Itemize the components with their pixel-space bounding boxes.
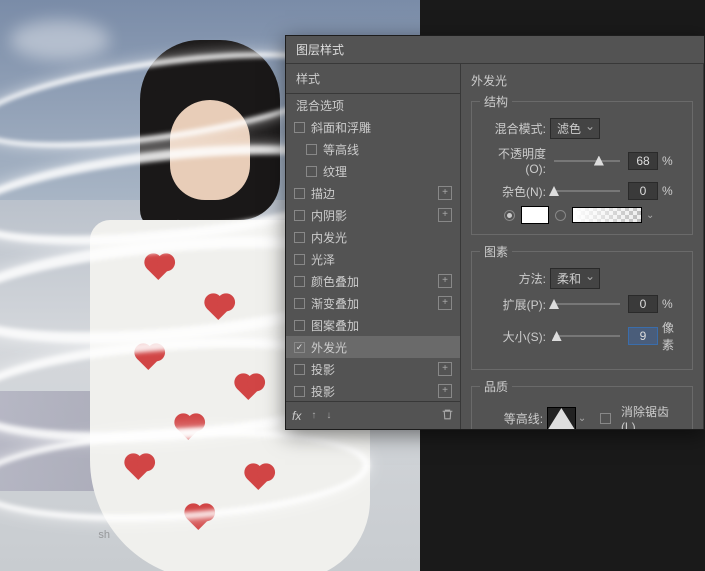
fx-menu[interactable]: fx bbox=[292, 409, 301, 423]
style-checkbox[interactable] bbox=[294, 122, 305, 133]
style-row[interactable]: 斜面和浮雕 bbox=[286, 116, 460, 138]
antialias-label: 消除锯齿 (L) bbox=[621, 403, 684, 429]
group-quality: 品质 等高线: ⌄ 消除锯齿 (L) 范围(R): 50 % bbox=[471, 378, 693, 429]
style-label: 纹理 bbox=[323, 163, 452, 180]
style-checkbox[interactable] bbox=[294, 232, 305, 243]
style-row[interactable]: 等高线 bbox=[286, 138, 460, 160]
dialog-titlebar[interactable]: 图层样式 bbox=[286, 36, 704, 64]
styles-header: 样式 bbox=[286, 64, 460, 94]
style-checkbox[interactable] bbox=[294, 276, 305, 287]
technique-label: 方法: bbox=[480, 270, 546, 287]
style-checkbox[interactable] bbox=[306, 144, 317, 155]
blend-mode-label: 混合模式: bbox=[480, 120, 546, 137]
opacity-input[interactable]: 68 bbox=[628, 152, 658, 170]
style-label: 图案叠加 bbox=[311, 317, 452, 334]
panel-title: 外发光 bbox=[471, 72, 693, 89]
add-effect-icon[interactable]: + bbox=[438, 208, 452, 222]
arrow-up-icon[interactable]: ↑ bbox=[311, 410, 316, 421]
noise-label: 杂色(N): bbox=[480, 183, 546, 200]
style-checkbox[interactable] bbox=[294, 364, 305, 375]
noise-slider[interactable] bbox=[554, 190, 620, 192]
group-elements: 图素 方法: 柔和 扩展(P): 0 % 大小(S): 9 像素 bbox=[471, 243, 693, 370]
settings-panel: 外发光 结构 混合模式: 滤色 不透明度(O): 68 % 杂色(N): 0 bbox=[461, 64, 704, 429]
styles-column: 样式 混合选项 斜面和浮雕等高线纹理描边+内阴影+内发光光泽颜色叠加+渐变叠加+… bbox=[286, 64, 461, 429]
style-label: 投影 bbox=[311, 361, 438, 378]
style-label: 颜色叠加 bbox=[311, 273, 438, 290]
styles-footer: fx ↑ ↓ bbox=[286, 401, 460, 429]
contour-picker[interactable] bbox=[547, 407, 576, 430]
style-label: 渐变叠加 bbox=[311, 295, 438, 312]
style-row[interactable]: 内阴影+ bbox=[286, 204, 460, 226]
layer-style-dialog: 图层样式 样式 混合选项 斜面和浮雕等高线纹理描边+内阴影+内发光光泽颜色叠加+… bbox=[285, 35, 705, 430]
spread-slider[interactable] bbox=[554, 303, 620, 305]
dialog-title: 图层样式 bbox=[296, 41, 344, 58]
add-effect-icon[interactable]: + bbox=[438, 384, 452, 398]
opacity-slider[interactable] bbox=[554, 160, 620, 162]
style-label: 内发光 bbox=[311, 229, 452, 246]
blend-mode-select[interactable]: 滤色 bbox=[550, 118, 600, 139]
noise-input[interactable]: 0 bbox=[628, 182, 658, 200]
arrow-down-icon[interactable]: ↓ bbox=[326, 410, 331, 421]
spread-input[interactable]: 0 bbox=[628, 295, 658, 313]
style-checkbox[interactable] bbox=[294, 298, 305, 309]
styles-list: 混合选项 斜面和浮雕等高线纹理描边+内阴影+内发光光泽颜色叠加+渐变叠加+图案叠… bbox=[286, 94, 460, 401]
contour-dropdown-icon[interactable]: ⌄ bbox=[578, 413, 586, 424]
blending-options-row[interactable]: 混合选项 bbox=[286, 94, 460, 116]
group-structure: 结构 混合模式: 滤色 不透明度(O): 68 % 杂色(N): 0 % bbox=[471, 93, 693, 235]
style-row[interactable]: 描边+ bbox=[286, 182, 460, 204]
style-row[interactable]: 投影+ bbox=[286, 358, 460, 380]
add-effect-icon[interactable]: + bbox=[438, 296, 452, 310]
style-checkbox[interactable] bbox=[294, 386, 305, 397]
style-label: 等高线 bbox=[323, 141, 452, 158]
style-row[interactable]: 内发光 bbox=[286, 226, 460, 248]
style-label: 斜面和浮雕 bbox=[311, 119, 452, 136]
style-row[interactable]: 颜色叠加+ bbox=[286, 270, 460, 292]
style-checkbox[interactable] bbox=[294, 210, 305, 221]
color-gradient-radio[interactable] bbox=[555, 210, 566, 221]
style-row[interactable]: 纹理 bbox=[286, 160, 460, 182]
style-row[interactable]: 光泽 bbox=[286, 248, 460, 270]
size-input[interactable]: 9 bbox=[628, 327, 658, 345]
style-checkbox[interactable] bbox=[294, 254, 305, 265]
size-slider[interactable] bbox=[554, 335, 620, 337]
add-effect-icon[interactable]: + bbox=[438, 362, 452, 376]
gradient-swatch[interactable] bbox=[572, 207, 642, 223]
style-checkbox[interactable] bbox=[306, 166, 317, 177]
style-checkbox[interactable] bbox=[294, 320, 305, 331]
style-label: 光泽 bbox=[311, 251, 452, 268]
color-swatch[interactable] bbox=[521, 206, 549, 224]
style-row[interactable]: 外发光 bbox=[286, 336, 460, 358]
style-label: 描边 bbox=[311, 185, 438, 202]
style-row[interactable]: 图案叠加 bbox=[286, 314, 460, 336]
size-label: 大小(S): bbox=[480, 328, 546, 345]
color-solid-radio[interactable] bbox=[504, 210, 515, 221]
trash-icon[interactable] bbox=[441, 408, 454, 424]
technique-select[interactable]: 柔和 bbox=[550, 268, 600, 289]
style-label: 内阴影 bbox=[311, 207, 438, 224]
opacity-label: 不透明度(O): bbox=[480, 145, 546, 176]
add-effect-icon[interactable]: + bbox=[438, 274, 452, 288]
style-row[interactable]: 渐变叠加+ bbox=[286, 292, 460, 314]
style-checkbox[interactable] bbox=[294, 188, 305, 199]
add-effect-icon[interactable]: + bbox=[438, 186, 452, 200]
style-label: 投影 bbox=[311, 383, 438, 400]
style-label: 外发光 bbox=[311, 339, 452, 356]
antialias-checkbox[interactable] bbox=[600, 413, 611, 424]
style-checkbox[interactable] bbox=[294, 342, 305, 353]
watermark: sh bbox=[98, 529, 110, 541]
contour-label: 等高线: bbox=[480, 410, 543, 427]
style-row[interactable]: 投影+ bbox=[286, 380, 460, 401]
spread-label: 扩展(P): bbox=[480, 296, 546, 313]
gradient-dropdown-icon[interactable]: ⌄ bbox=[646, 210, 654, 221]
